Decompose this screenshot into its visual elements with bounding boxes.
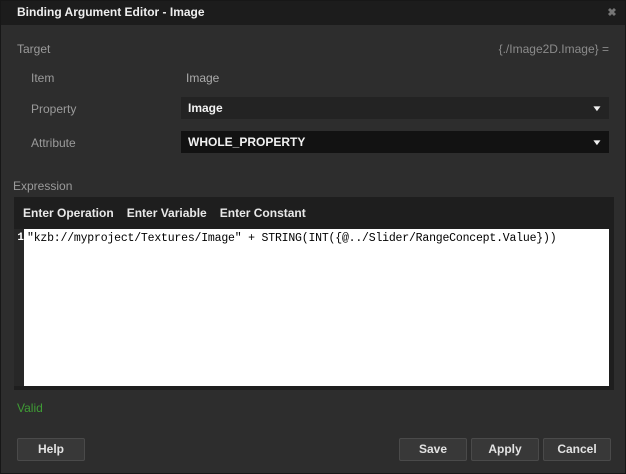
dialog-title: Binding Argument Editor - Image	[17, 5, 205, 19]
target-section-label: Target	[17, 42, 50, 56]
cancel-button[interactable]: Cancel	[543, 438, 611, 461]
expression-section-label: Expression	[13, 179, 72, 193]
property-dropdown[interactable]: Image ▼	[181, 97, 609, 119]
dialog-titlebar[interactable]: Binding Argument Editor - Image ✖	[1, 1, 625, 25]
apply-button[interactable]: Apply	[471, 438, 539, 461]
expression-code-editor[interactable]: "kzb://myproject/Textures/Image" + STRIN…	[24, 229, 609, 386]
item-label: Item	[31, 71, 54, 85]
help-button[interactable]: Help	[17, 438, 85, 461]
expression-menu: Enter Operation Enter Variable Enter Con…	[23, 197, 306, 228]
menu-item-enter-constant[interactable]: Enter Constant	[220, 206, 306, 220]
property-label: Property	[31, 102, 76, 116]
attribute-dropdown[interactable]: WHOLE_PROPERTY ▼	[181, 131, 609, 153]
menu-item-enter-variable[interactable]: Enter Variable	[127, 206, 207, 220]
validation-status: Valid	[17, 401, 43, 415]
expression-code: "kzb://myproject/Textures/Image" + STRIN…	[24, 229, 609, 245]
chevron-down-icon: ▼	[591, 104, 603, 113]
item-value: Image	[186, 71, 219, 85]
save-button[interactable]: Save	[399, 438, 467, 461]
line-number: 1	[14, 229, 24, 244]
attribute-dropdown-value: WHOLE_PROPERTY	[188, 135, 305, 149]
property-dropdown-value: Image	[188, 101, 223, 115]
binding-argument-editor-dialog: Binding Argument Editor - Image ✖ Target…	[0, 0, 626, 474]
close-icon[interactable]: ✖	[604, 5, 620, 21]
expression-panel: Enter Operation Enter Variable Enter Con…	[14, 197, 614, 390]
attribute-label: Attribute	[31, 136, 76, 150]
target-binding-expression: {./Image2D.Image} =	[499, 42, 609, 56]
menu-item-enter-operation[interactable]: Enter Operation	[23, 206, 114, 220]
chevron-down-icon: ▼	[591, 138, 603, 147]
editor-line-number-gutter: 1	[14, 229, 24, 386]
